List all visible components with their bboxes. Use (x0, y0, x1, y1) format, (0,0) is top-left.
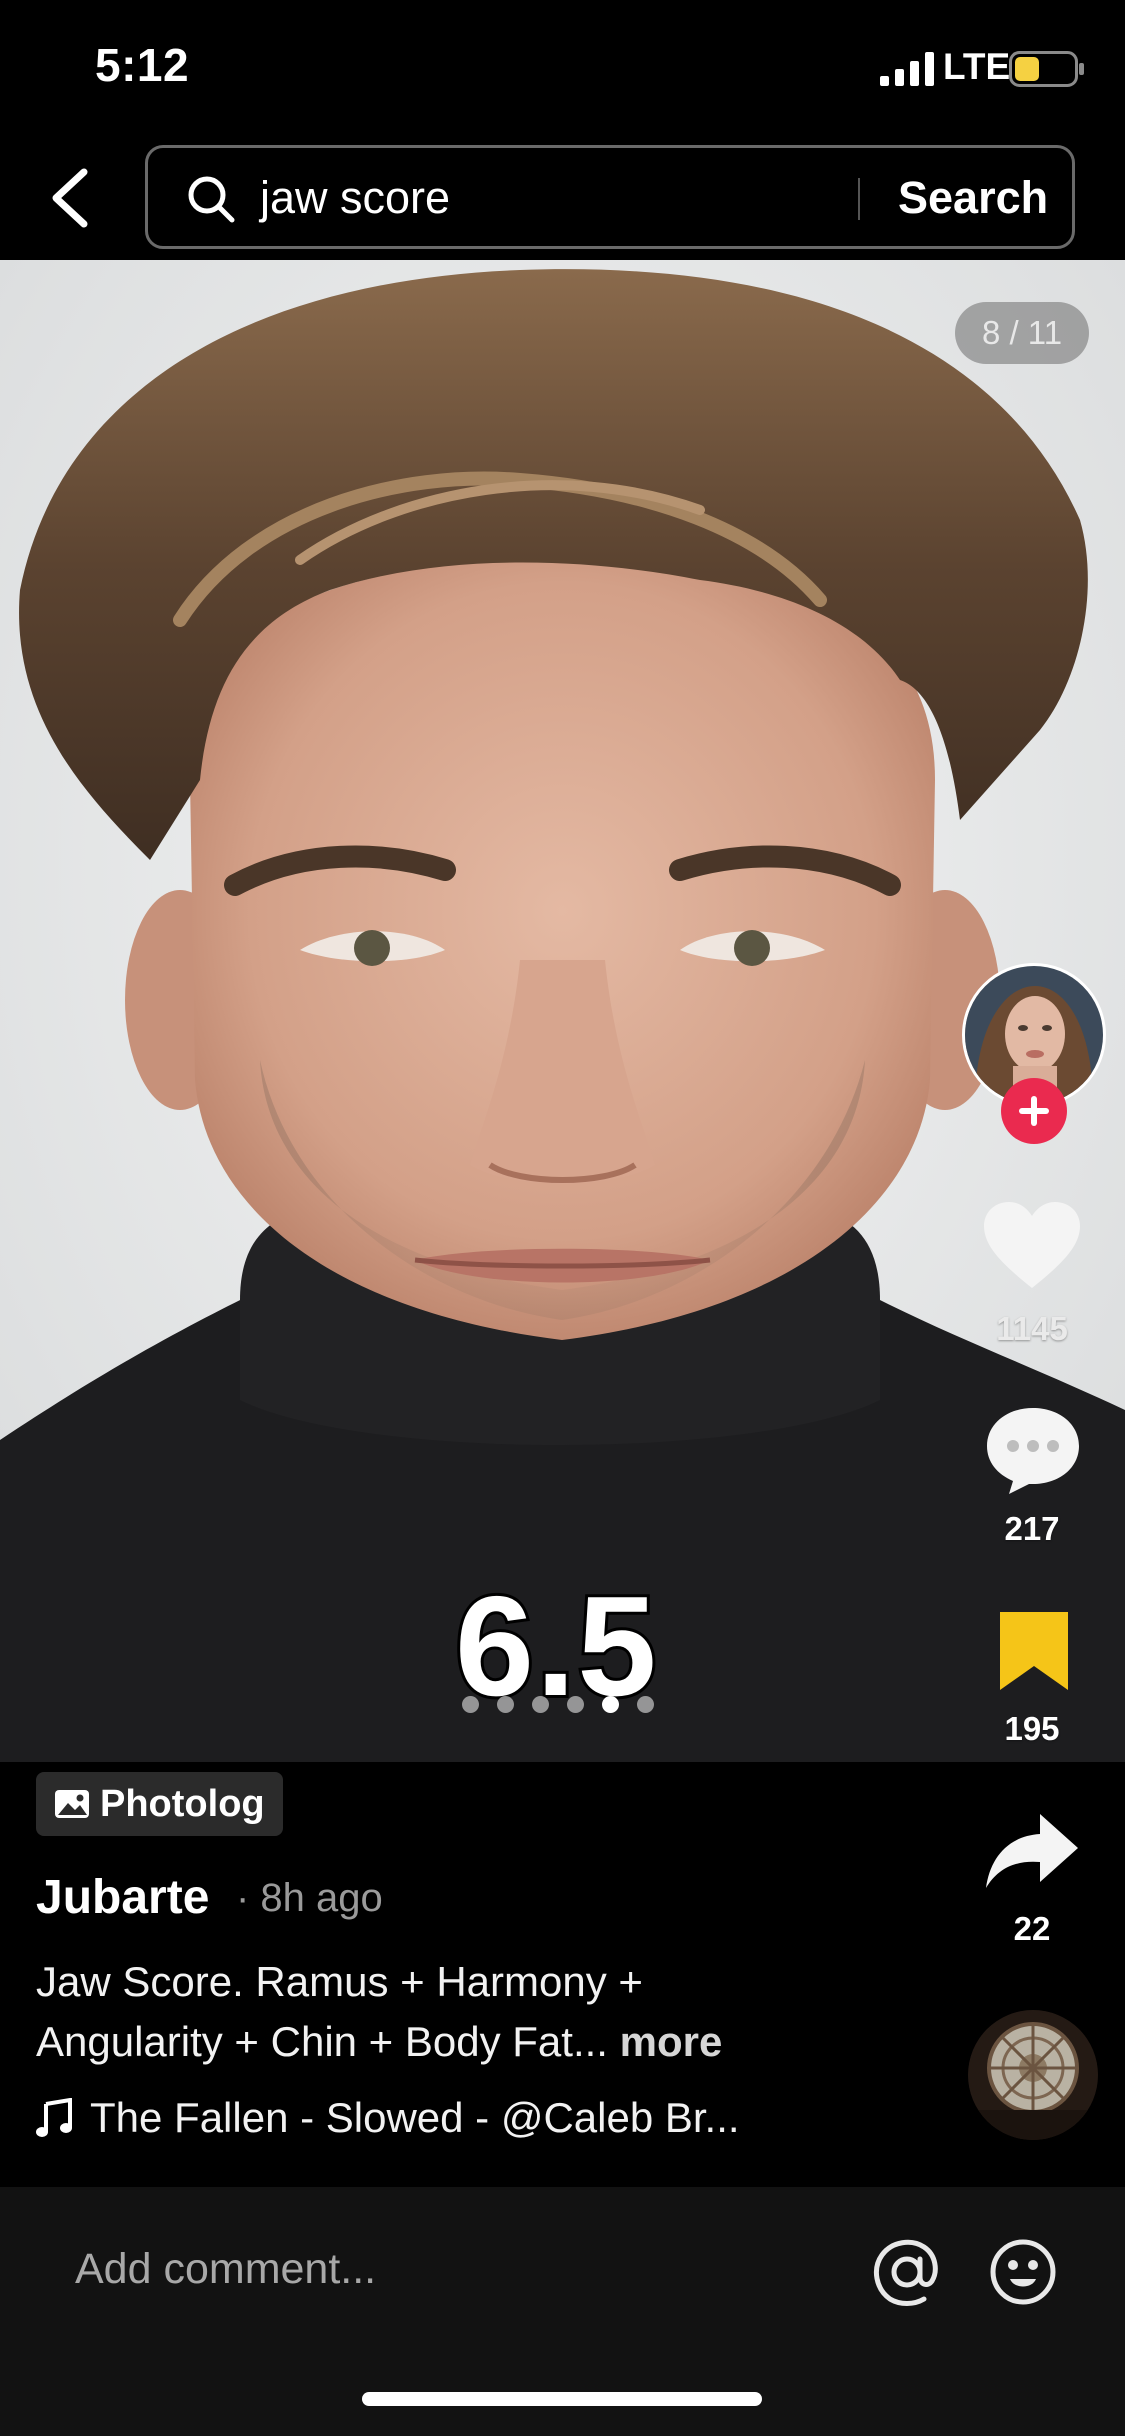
search-divider (858, 178, 860, 220)
photolog-label: Photolog (100, 1782, 265, 1825)
heart-icon[interactable] (982, 1200, 1082, 1292)
search-button[interactable]: Search (898, 172, 1048, 224)
status-bar: 5:12 LTE (0, 0, 1125, 135)
music-title: The Fallen - Slowed - @Caleb Br... (90, 2094, 740, 2141)
status-time: 5:12 (95, 39, 190, 91)
search-box[interactable]: jaw score Search (145, 145, 1075, 249)
carousel-dot[interactable] (637, 1695, 654, 1713)
carousel-dot-active[interactable] (602, 1695, 619, 1713)
bookmark-icon[interactable] (996, 1608, 1072, 1694)
comment-bubble-icon[interactable] (983, 1404, 1083, 1496)
battery-icon (1009, 51, 1084, 87)
sound-disc[interactable] (968, 2010, 1098, 2140)
sound-disc-image (968, 2010, 1098, 2140)
signal-icon (880, 52, 934, 86)
carousel-dot[interactable] (567, 1695, 584, 1713)
network-label: LTE (943, 46, 1011, 87)
caption-text: Jaw Score. Ramus + Harmony + Angularity … (36, 1958, 643, 2065)
carousel-dots[interactable] (462, 1694, 654, 1714)
share-count: 22 (1013, 1910, 1051, 1947)
portrait-image (0, 260, 1125, 1762)
carousel-dot[interactable] (532, 1695, 549, 1713)
mention-icon[interactable] (872, 2237, 942, 2307)
comment-count: 217 (1004, 1510, 1060, 1547)
music-note-icon (36, 2098, 72, 2137)
emoji-icon[interactable] (988, 2237, 1058, 2307)
comment-input[interactable]: Add comment... (75, 2245, 376, 2294)
post-time: · 8h ago (236, 1876, 383, 1920)
carousel-dot[interactable] (462, 1695, 479, 1713)
photo-icon (55, 1790, 89, 1818)
author-name[interactable]: Jubarte (36, 1870, 209, 1925)
music-row[interactable]: The Fallen - Slowed - @Caleb Br... (36, 2094, 740, 2142)
screen: 5:12 LTE jaw score Search 8 / 11 6.5 114… (0, 0, 1125, 2436)
caption-more-link[interactable]: more (620, 2018, 723, 2065)
home-indicator (362, 2392, 762, 2406)
photolog-badge[interactable]: Photolog (36, 1772, 283, 1836)
caption[interactable]: Jaw Score. Ramus + Harmony + Angularity … (36, 1952, 796, 2072)
back-chevron-icon[interactable] (40, 160, 100, 236)
carousel-dot[interactable] (497, 1695, 514, 1713)
post-photo[interactable] (0, 260, 1125, 1762)
like-count: 1145 (996, 1310, 1068, 1347)
search-input[interactable]: jaw score (260, 172, 450, 224)
page-counter: 8 / 11 (955, 302, 1089, 364)
share-arrow-icon[interactable] (982, 1810, 1082, 1892)
save-count: 195 (1004, 1710, 1060, 1747)
follow-button[interactable] (1001, 1078, 1067, 1144)
search-icon (188, 176, 235, 223)
